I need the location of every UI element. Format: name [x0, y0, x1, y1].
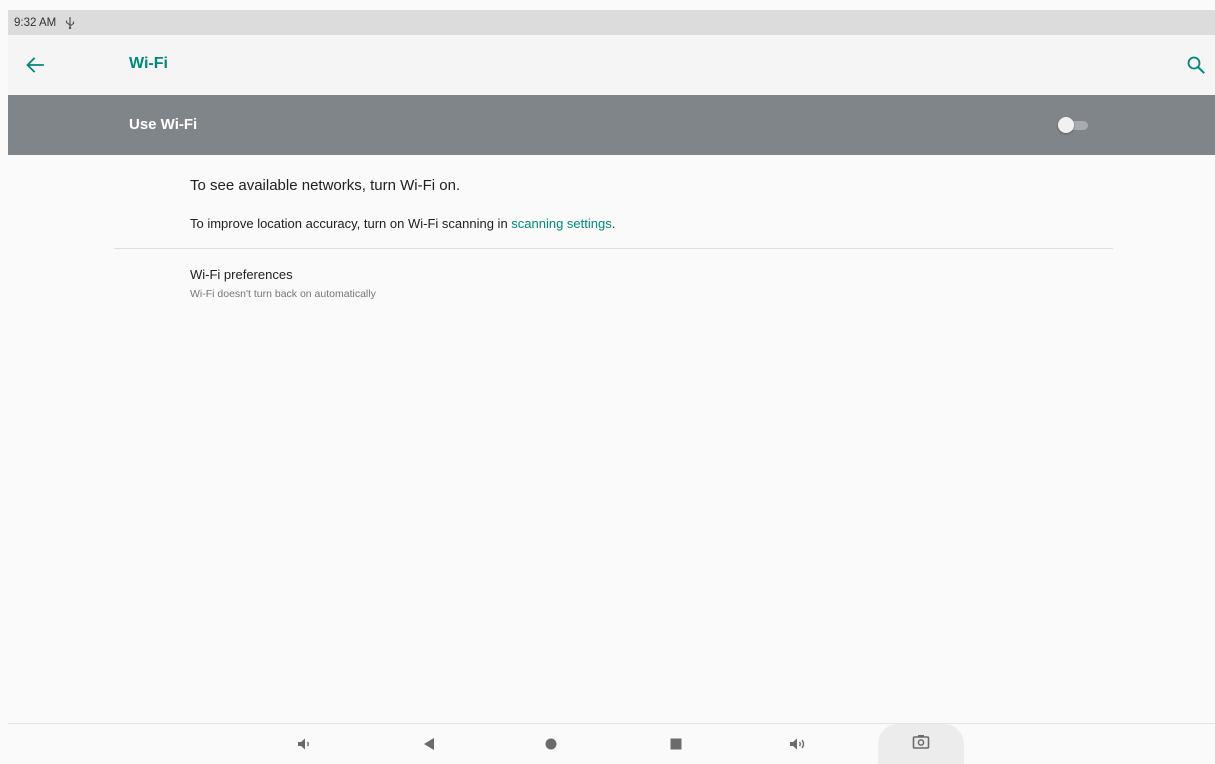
scanning-hint-suffix: .	[611, 216, 616, 231]
screenshot-icon	[912, 734, 930, 754]
scanning-settings-link[interactable]: scanning settings	[511, 216, 611, 231]
use-wifi-switch-bar[interactable]: Use Wi-Fi	[8, 95, 1215, 155]
search-icon[interactable]	[1185, 54, 1207, 76]
status-bar: 9:32 AM	[8, 10, 1215, 35]
use-wifi-label: Use Wi-Fi	[129, 116, 198, 133]
wifi-toggle-switch[interactable]	[1058, 117, 1088, 133]
wifi-preferences-item[interactable]: Wi-Fi preferences Wi-Fi doesn't turn bac…	[114, 259, 1113, 311]
divider	[114, 248, 1113, 249]
wifi-off-message: To see available networks, turn Wi-Fi on…	[190, 177, 461, 194]
page-title: Wi-Fi	[129, 55, 168, 72]
usb-icon	[65, 16, 75, 29]
wifi-preferences-title: Wi-Fi preferences	[190, 267, 293, 282]
back-arrow-icon[interactable]	[23, 53, 47, 77]
recents-icon[interactable]	[664, 733, 688, 755]
back-icon[interactable]	[417, 733, 441, 755]
volume-up-icon[interactable]	[786, 733, 810, 755]
screenshot-button[interactable]	[878, 724, 964, 764]
toggle-thumb	[1058, 117, 1074, 133]
scanning-hint: To improve location accuracy, turn on Wi…	[190, 216, 615, 231]
home-icon[interactable]	[539, 733, 563, 755]
volume-down-icon[interactable]	[293, 733, 317, 755]
wifi-content: To see available networks, turn Wi-Fi on…	[8, 155, 1215, 723]
navigation-bar	[8, 723, 1215, 764]
status-time: 9:32 AM	[14, 16, 57, 29]
app-bar: Wi-Fi	[8, 35, 1215, 95]
wifi-preferences-summary: Wi-Fi doesn't turn back on automatically	[190, 288, 376, 300]
scanning-hint-text: To improve location accuracy, turn on Wi…	[190, 216, 512, 231]
